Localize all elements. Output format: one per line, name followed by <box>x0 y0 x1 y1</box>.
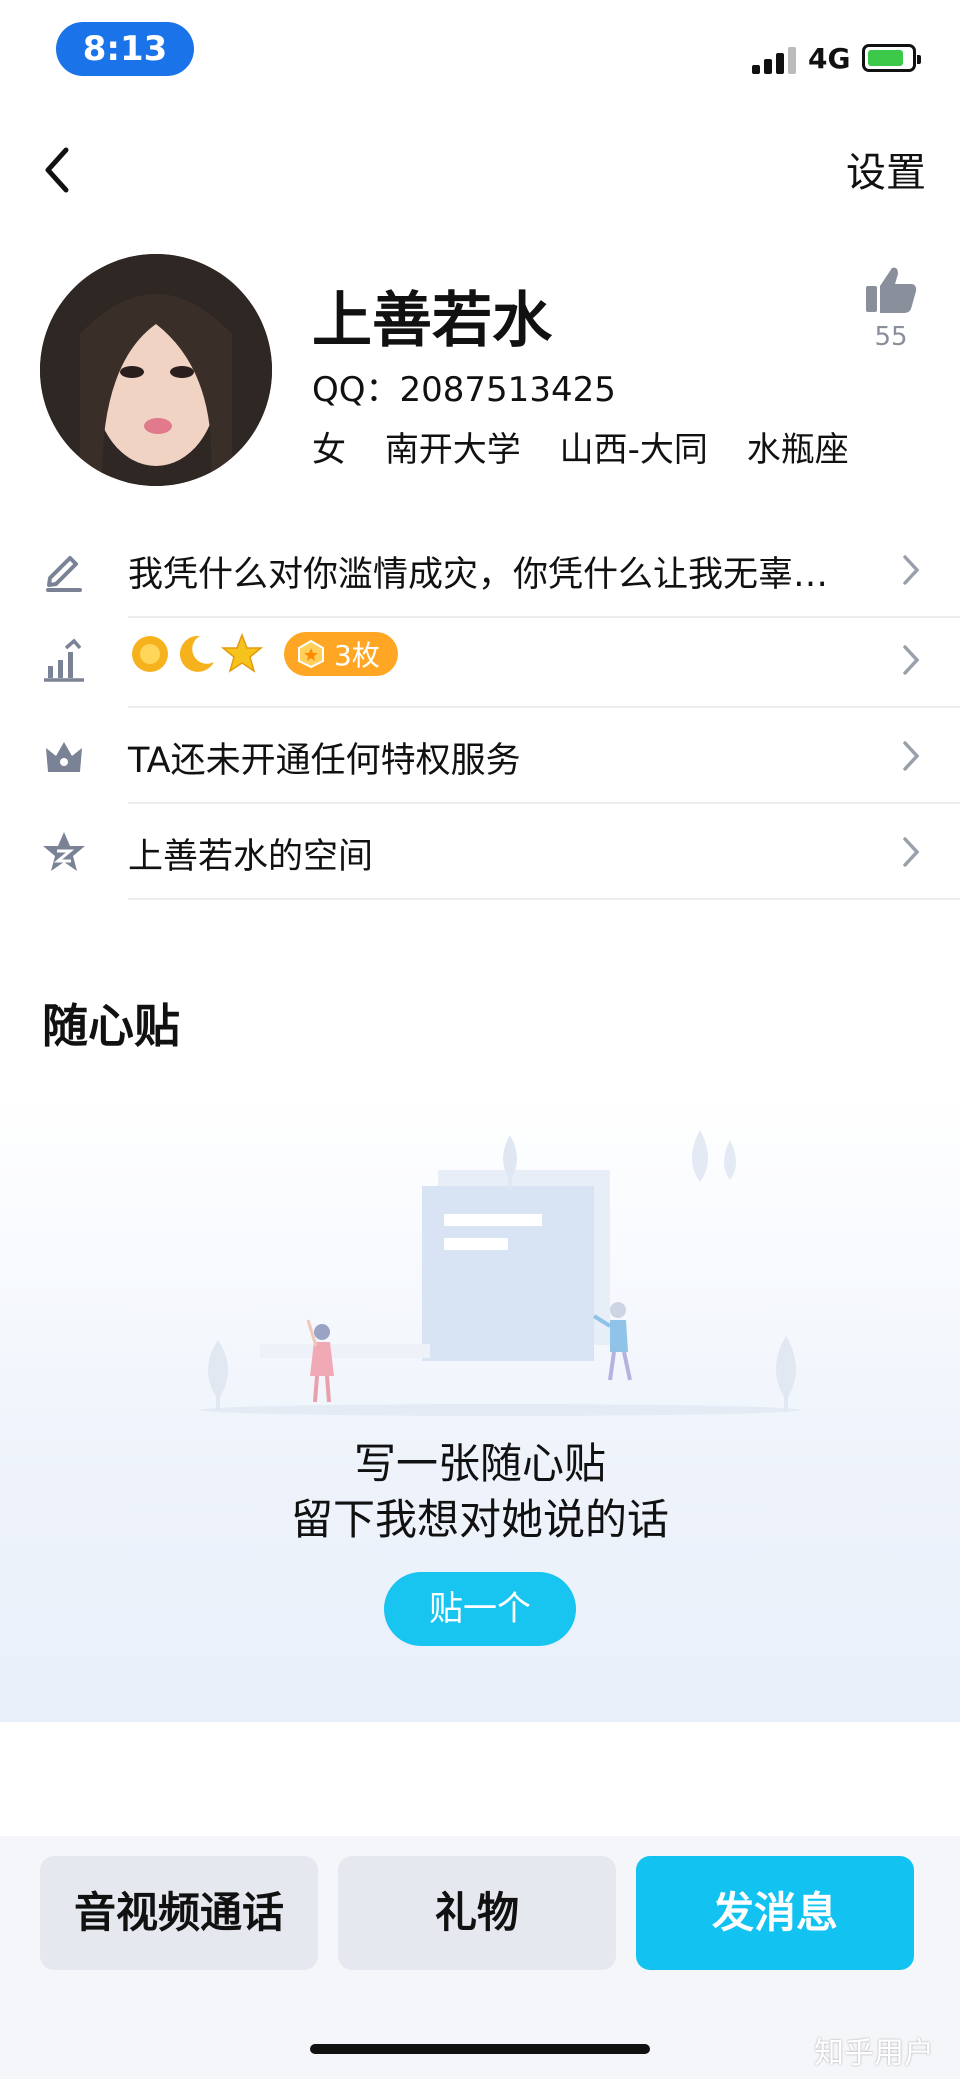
signature-text: 我凭什么对你滥情成灾，你凭什么让我无辜… <box>128 555 829 595</box>
moon-icon <box>179 635 214 672</box>
network-type: 4G <box>808 42 851 75</box>
profile-info: 女 南开大学 山西-大同 水瓶座 <box>312 422 867 471</box>
level-row[interactable]: 3枚 <box>0 612 960 708</box>
qzone-star-icon <box>43 832 85 871</box>
settings-button[interactable]: 设置 <box>846 140 926 198</box>
badge-count-text: 3枚 <box>334 639 380 672</box>
privilege-text: TA还未开通任何特权服务 <box>128 741 521 781</box>
avatar[interactable] <box>40 254 272 486</box>
signature-row[interactable]: 我凭什么对你滥情成灾，你凭什么让我无辜… <box>0 522 960 618</box>
signal-icon <box>752 46 798 74</box>
avatar-portrait-icon <box>40 254 272 486</box>
chevron-right-icon <box>903 837 920 867</box>
crown-icon <box>46 742 82 772</box>
star-icon <box>220 632 264 673</box>
school-label: 南开大学 <box>384 430 521 470</box>
medal-icon <box>298 639 324 669</box>
sun-icon <box>132 636 168 672</box>
zodiac-label: 水瓶座 <box>746 430 849 470</box>
post-sticky-button[interactable]: 贴一个 <box>384 1572 576 1646</box>
watermark: 知乎用户 <box>814 2036 934 2071</box>
like-count: 55 <box>874 322 908 352</box>
send-message-button[interactable]: 发消息 <box>636 1856 914 1970</box>
chevron-right-icon <box>903 555 920 585</box>
pencil-icon <box>46 556 82 592</box>
space-row[interactable]: 上善若水的空间 <box>0 804 960 900</box>
gift-button[interactable]: 礼物 <box>338 1856 616 1970</box>
back-chevron-icon <box>45 147 69 193</box>
qq-number: QQ：2087513425 <box>312 370 616 410</box>
video-call-button[interactable]: 音视频通话 <box>40 1856 318 1970</box>
home-indicator[interactable] <box>310 2044 650 2054</box>
privilege-row[interactable]: TA还未开通任何特权服务 <box>0 708 960 804</box>
empty-state-illustration <box>200 1130 800 1416</box>
empty-state-line1: 写一张随心贴 <box>353 1439 606 1488</box>
location-label: 山西-大同 <box>559 430 708 470</box>
divider <box>128 898 960 900</box>
space-text: 上善若水的空间 <box>128 837 374 877</box>
level-badges: 3枚 <box>128 632 398 676</box>
chevron-right-icon <box>903 741 920 771</box>
empty-state-line2: 留下我想对她说的话 <box>290 1495 669 1544</box>
badge-count: 3枚 <box>284 632 398 676</box>
gender-label: 女 <box>312 430 346 470</box>
status-bar: 8:13 4G <box>0 0 960 100</box>
nickname: 上善若水 <box>312 286 552 356</box>
chevron-right-icon <box>903 645 920 675</box>
battery-icon <box>862 44 921 72</box>
like-button[interactable]: 55 <box>860 262 922 352</box>
level-chart-icon <box>44 638 84 682</box>
status-time: 8:13 <box>56 22 194 76</box>
section-title: 随心贴 <box>42 999 180 1053</box>
thumbs-up-icon <box>866 267 917 313</box>
back-button[interactable] <box>36 140 84 200</box>
